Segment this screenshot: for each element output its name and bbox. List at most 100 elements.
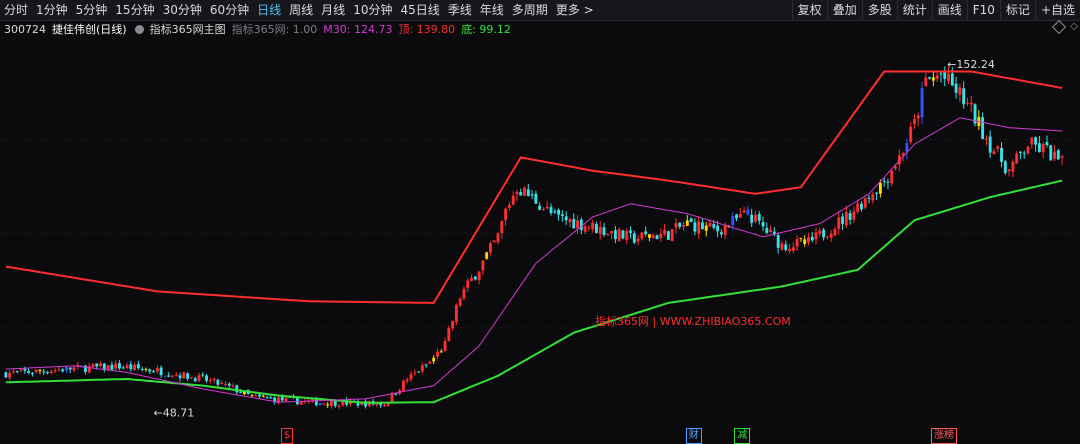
candle-body [996,146,1000,149]
period-tab[interactable]: 45日线 [396,0,443,20]
candle-body [863,198,867,208]
candle-body [193,378,197,382]
period-tab[interactable]: 30分钟 [159,0,206,20]
candle-body [807,237,810,243]
candle-body [913,118,916,125]
candle-body [481,260,485,271]
candle-body [239,391,243,393]
candle-body [121,367,125,369]
tool-button[interactable]: 统计 [896,0,932,20]
tool-button[interactable]: 叠加 [826,0,862,20]
candle-body [969,102,973,105]
candle-body [564,216,568,221]
candle-body [731,216,735,226]
period-tab[interactable]: 60分钟 [206,0,253,20]
candle-body [632,233,636,243]
event-marker[interactable]: $ [280,428,294,444]
period-tab[interactable]: 年线 [476,0,508,20]
candle-body [890,170,894,184]
candle-body [1041,144,1045,153]
candle-body [129,364,133,370]
indicator-param: 指标365网: 1.00 [231,23,318,36]
candle-body [500,221,504,233]
event-marker[interactable]: 减 [734,428,751,444]
period-tab[interactable]: 1分钟 [32,0,72,20]
period-tab[interactable]: 15分钟 [111,0,158,20]
low-marker: ←48.71 [154,406,195,419]
candle-body [383,405,386,407]
indicator-name[interactable]: 指标365网主图 [150,21,226,37]
period-tab[interactable]: 多周期 [508,0,552,20]
tool-button[interactable]: F10 [966,0,1000,20]
candle-body [810,236,814,241]
candle-body [174,374,178,376]
candle-body [212,378,216,381]
candle-body [939,73,943,75]
candle-body [114,363,118,369]
tool-button[interactable]: 标记 [999,0,1035,20]
event-marker[interactable]: 涨榜 [930,428,957,444]
candle-body [428,361,432,364]
candle-body [716,225,720,232]
candle-body [583,226,587,232]
candle-body [833,228,837,236]
candle-body [4,372,8,378]
candle-body [178,375,182,379]
candle-body [224,383,227,385]
candle-body [704,225,708,231]
event-marker[interactable]: 财 [685,428,702,444]
candle-body [189,377,193,379]
candle-body [318,403,322,406]
period-tab[interactable]: 更多 > [552,0,598,20]
candle-body [928,76,932,79]
candle-body [182,372,186,379]
candle-body [542,209,545,211]
candle-body [19,369,23,371]
period-tab[interactable]: 周线 [285,0,317,20]
candle-body [322,403,326,405]
period-tab[interactable]: 季线 [444,0,476,20]
candle-body [602,227,606,235]
candle-body [254,395,258,397]
candle-body [648,234,651,238]
candle-body [526,189,530,197]
candle-body [57,369,61,371]
candle-body [587,227,591,229]
candle-body [950,73,954,86]
candle-body [909,126,913,143]
candle-body [462,289,466,299]
candle-body [1015,153,1019,164]
candle-body [167,375,171,377]
tool-button[interactable]: 画线 [931,0,967,20]
high-marker: ←152.24 [947,58,995,71]
candle-body [549,207,553,213]
candle-body [530,194,534,196]
candle-body [947,73,950,82]
period-tab[interactable]: 分时 [0,0,32,20]
tool-button[interactable]: 复权 [791,0,827,20]
candle-body [659,233,663,238]
kline-chart[interactable]: ←152.24 ←48.71 指标365网 | WWW.ZHIBIAO365.COM [0,37,1080,428]
period-tab[interactable]: 日线 [253,0,285,20]
collapse-icon[interactable]: ◇ [1070,21,1078,32]
tool-button[interactable]: +自选 [1034,0,1080,20]
candle-body [844,211,848,226]
watermark: 指标365网 | WWW.ZHIBIAO365.COM [595,314,791,328]
candle-body [856,203,860,212]
candle-body [220,383,224,385]
candle-body [878,182,882,194]
candle-body [1053,151,1056,159]
period-tab[interactable]: 月线 [317,0,349,20]
candle-body [148,369,152,372]
period-tab[interactable]: 5分钟 [72,0,112,20]
candle-body [1034,137,1038,145]
period-tab[interactable]: 10分钟 [349,0,396,20]
tool-button[interactable]: 多股 [861,0,897,20]
candle-body [231,385,235,387]
candle-body [685,220,689,226]
candle-body [152,371,155,373]
candle-body [545,206,549,209]
candle-body [644,231,648,235]
candle-body [640,232,644,239]
info-bar: 300724 捷佳伟创(日线) 指标365网主图 指标365网: 1.00 M3… [0,21,1080,37]
